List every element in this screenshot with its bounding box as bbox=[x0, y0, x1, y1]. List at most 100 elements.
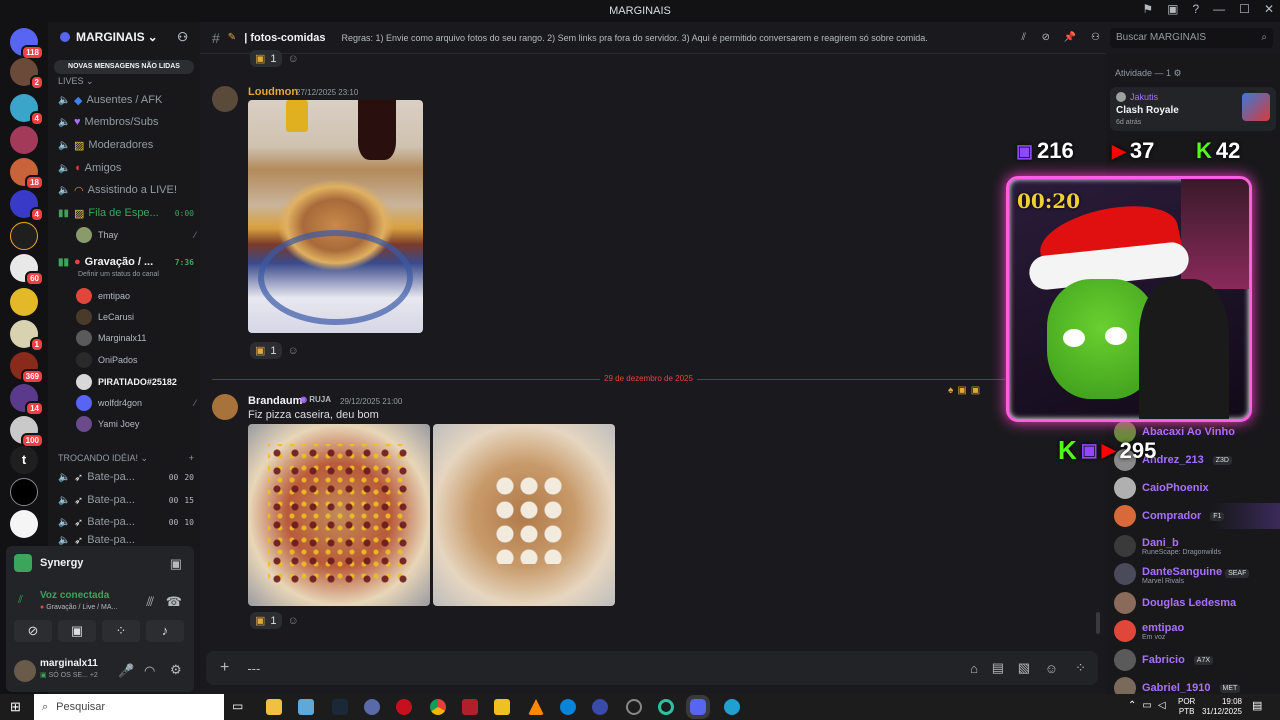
voice-user[interactable]: Thay ⁄ bbox=[76, 225, 196, 245]
edge-icon[interactable] bbox=[560, 699, 576, 715]
sticker-icon[interactable]: ▧ bbox=[1018, 660, 1030, 676]
activity-card[interactable]: Jakutis Clash Royale 6d atrás bbox=[1110, 87, 1276, 131]
server-icon[interactable]: 2 bbox=[10, 58, 44, 90]
server-icon[interactable]: 60 bbox=[10, 254, 44, 286]
activities-button[interactable]: ⁘ bbox=[102, 620, 140, 642]
clock[interactable]: 19:08 31/12/2025 bbox=[1198, 697, 1242, 717]
app-icon[interactable] bbox=[298, 699, 314, 715]
channel-assistindo[interactable]: 🔈 ◠ Assistindo a LIVE! bbox=[58, 180, 194, 200]
taskbar-search[interactable]: ⌕ Pesquisar bbox=[34, 694, 224, 720]
screen-share-icon[interactable]: ▣ bbox=[170, 556, 182, 572]
emoji-icon[interactable]: ☺ bbox=[1045, 661, 1058, 676]
signal-icon[interactable]: ⫽ bbox=[18, 594, 23, 607]
voice-user[interactable]: emtipao bbox=[76, 286, 196, 306]
member-item[interactable]: DanteSanguine SEAF Marvel Rivals bbox=[1114, 561, 1280, 587]
help-icon[interactable]: ? bbox=[1192, 2, 1199, 16]
app-icon[interactable] bbox=[724, 699, 740, 715]
voice-user[interactable]: PIRATIADO#25182 bbox=[76, 372, 196, 392]
task-view-icon[interactable]: ▭ bbox=[232, 699, 248, 715]
channel-membros[interactable]: 🔈 ♥ Membros/Subs bbox=[58, 112, 194, 132]
voice-channel[interactable]: ● Gravação / Live / MA... bbox=[40, 604, 117, 611]
inbox-icon[interactable]: ⚑ bbox=[1142, 2, 1153, 16]
sandwich-photo[interactable] bbox=[248, 100, 423, 333]
channel-bate-papo[interactable]: 🔈 ➶ Bate-pa... 00 15 bbox=[58, 490, 194, 510]
composer-input[interactable]: --- bbox=[247, 661, 260, 676]
member-item[interactable]: Fabricio A7X bbox=[1114, 647, 1280, 673]
reaction[interactable]: ▣ 1 ☺ bbox=[250, 612, 299, 629]
voice-user[interactable]: OniPados bbox=[76, 350, 196, 370]
system-tray[interactable]: ⌃ ▭ ◁ bbox=[1128, 700, 1166, 711]
gif-icon[interactable]: ▤ bbox=[992, 660, 1004, 676]
notification-off-icon[interactable]: ⊘ bbox=[1042, 32, 1050, 43]
channel-status[interactable]: Definir um status do canal bbox=[78, 271, 159, 278]
reaction[interactable]: ▣ 1 ☺ bbox=[250, 50, 299, 67]
members-icon[interactable]: ⚇ bbox=[1091, 32, 1100, 43]
app-icon[interactable] bbox=[494, 699, 510, 715]
new-messages-banner[interactable]: NOVAS MENSAGENS NÃO LIDAS bbox=[54, 60, 194, 74]
minimize-button[interactable]: — bbox=[1213, 2, 1225, 16]
channel-gravacao[interactable]: ▮▮ ● Gravação / ... 7:36 bbox=[58, 252, 194, 272]
guild-tag[interactable]: ◉ RUJA bbox=[300, 395, 331, 404]
voice-user[interactable]: Marginalx11 bbox=[76, 328, 196, 348]
server-icon[interactable] bbox=[10, 478, 38, 506]
voice-user[interactable]: LeCarusi bbox=[76, 307, 196, 327]
avatar[interactable] bbox=[212, 394, 238, 420]
gear-icon[interactable]: ⚙ bbox=[170, 662, 182, 678]
user-status[interactable]: ▣ SÓ OS SE... +2 bbox=[40, 671, 98, 679]
member-item[interactable]: emtipao Em voz bbox=[1114, 618, 1280, 644]
app-icon[interactable] bbox=[364, 699, 380, 715]
file-explorer-icon[interactable] bbox=[266, 699, 282, 715]
server-icon[interactable]: 14 bbox=[10, 384, 44, 416]
voice-user[interactable]: wolfdr4gon ⁄ bbox=[76, 393, 196, 413]
reaction[interactable]: ▣ 1 ☺ bbox=[250, 342, 299, 359]
maximize-button[interactable]: ☐ bbox=[1239, 2, 1250, 16]
app-icon[interactable] bbox=[592, 699, 608, 715]
chrome-icon[interactable] bbox=[430, 699, 446, 715]
message-author[interactable]: Loudmon bbox=[248, 86, 298, 98]
noise-suppression-icon[interactable]: ⫻ bbox=[146, 594, 154, 610]
server-icon[interactable] bbox=[10, 222, 38, 250]
server-icon[interactable]: 100 bbox=[10, 416, 44, 448]
avatar[interactable] bbox=[212, 86, 238, 112]
server-icon[interactable] bbox=[10, 126, 38, 154]
message-composer[interactable]: + --- ⌂ ▤ ▧ ☺ ⁘ bbox=[206, 651, 1098, 685]
server-icon[interactable]: t bbox=[10, 446, 38, 474]
add-friend-icon[interactable]: ⚇ bbox=[177, 30, 188, 44]
channel-bate-papo[interactable]: 🔈 ➶ Bate-pa... 00 20 bbox=[58, 467, 194, 487]
microphone-icon[interactable]: 🎤 bbox=[118, 663, 134, 679]
app-icon[interactable] bbox=[626, 699, 642, 715]
channel-amigos[interactable]: 🔈 ◖ Amigos bbox=[58, 158, 194, 178]
channel-moderadores[interactable]: 🔈 ▨ Moderadores bbox=[58, 135, 194, 155]
username[interactable]: marginalx11 bbox=[40, 658, 98, 669]
disconnect-icon[interactable]: ☎ bbox=[166, 594, 182, 610]
category-trocando[interactable]: TROCANDO IDÉIA! ⌄ + bbox=[58, 453, 194, 464]
app-icon[interactable] bbox=[462, 699, 478, 715]
channel-ausentes[interactable]: 🔈 ◆ Ausentes / AFK bbox=[58, 90, 194, 110]
server-icon[interactable]: 1 bbox=[10, 320, 44, 352]
voice-status[interactable]: Voz conectada bbox=[40, 590, 109, 601]
message-author[interactable]: Brandaum bbox=[248, 395, 302, 407]
pin-icon[interactable]: 📌 bbox=[1064, 32, 1076, 43]
screen-icon[interactable]: ▣ bbox=[1167, 2, 1178, 16]
member-item[interactable]: Comprador F1 bbox=[1114, 503, 1280, 529]
pizza-photo[interactable] bbox=[248, 424, 430, 606]
pizza-photo[interactable] bbox=[433, 424, 615, 606]
message-actions[interactable]: ♠ ▣ ▣ bbox=[948, 385, 980, 396]
server-icon[interactable]: 4 bbox=[10, 94, 44, 126]
server-icon[interactable] bbox=[10, 288, 38, 316]
opera-icon[interactable] bbox=[396, 699, 412, 715]
steam-icon[interactable] bbox=[332, 699, 348, 715]
threads-icon[interactable]: ⫽ bbox=[1022, 32, 1026, 43]
notifications-icon[interactable]: ▤ bbox=[1252, 699, 1262, 712]
gift-icon[interactable]: ⌂ bbox=[970, 661, 978, 676]
scrollbar[interactable] bbox=[1096, 612, 1100, 634]
member-item[interactable]: Dani_b RuneScape: Dragonwilds bbox=[1114, 533, 1280, 559]
category-lives[interactable]: LIVES ⌄ bbox=[58, 76, 94, 87]
add-attachment-icon[interactable]: + bbox=[220, 659, 229, 677]
server-icon[interactable] bbox=[10, 510, 38, 538]
search-input[interactable]: Buscar MARGINAIS ⌕ bbox=[1110, 28, 1273, 48]
screen-share-button[interactable]: ▣ bbox=[58, 620, 96, 642]
close-button[interactable]: ✕ bbox=[1264, 2, 1274, 16]
channel-fila[interactable]: ▮▮ ▨ Fila de Espe... 0:00 bbox=[58, 203, 194, 223]
apps-icon[interactable]: ⁘ bbox=[1075, 660, 1086, 676]
